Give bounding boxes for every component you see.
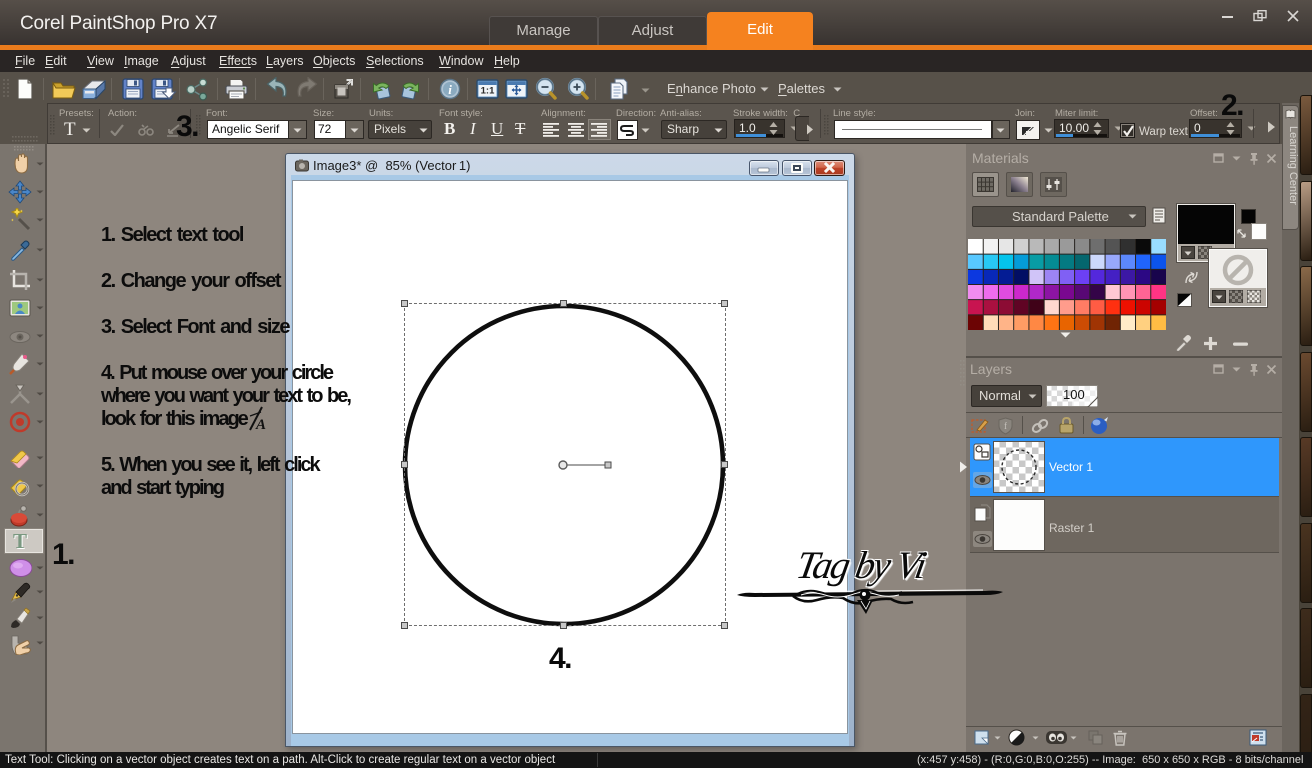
- svg-text:f: f: [1004, 421, 1007, 431]
- svg-text:A: A: [255, 417, 266, 432]
- svg-text:i: i: [448, 82, 452, 97]
- svg-text:1:1: 1:1: [481, 86, 495, 97]
